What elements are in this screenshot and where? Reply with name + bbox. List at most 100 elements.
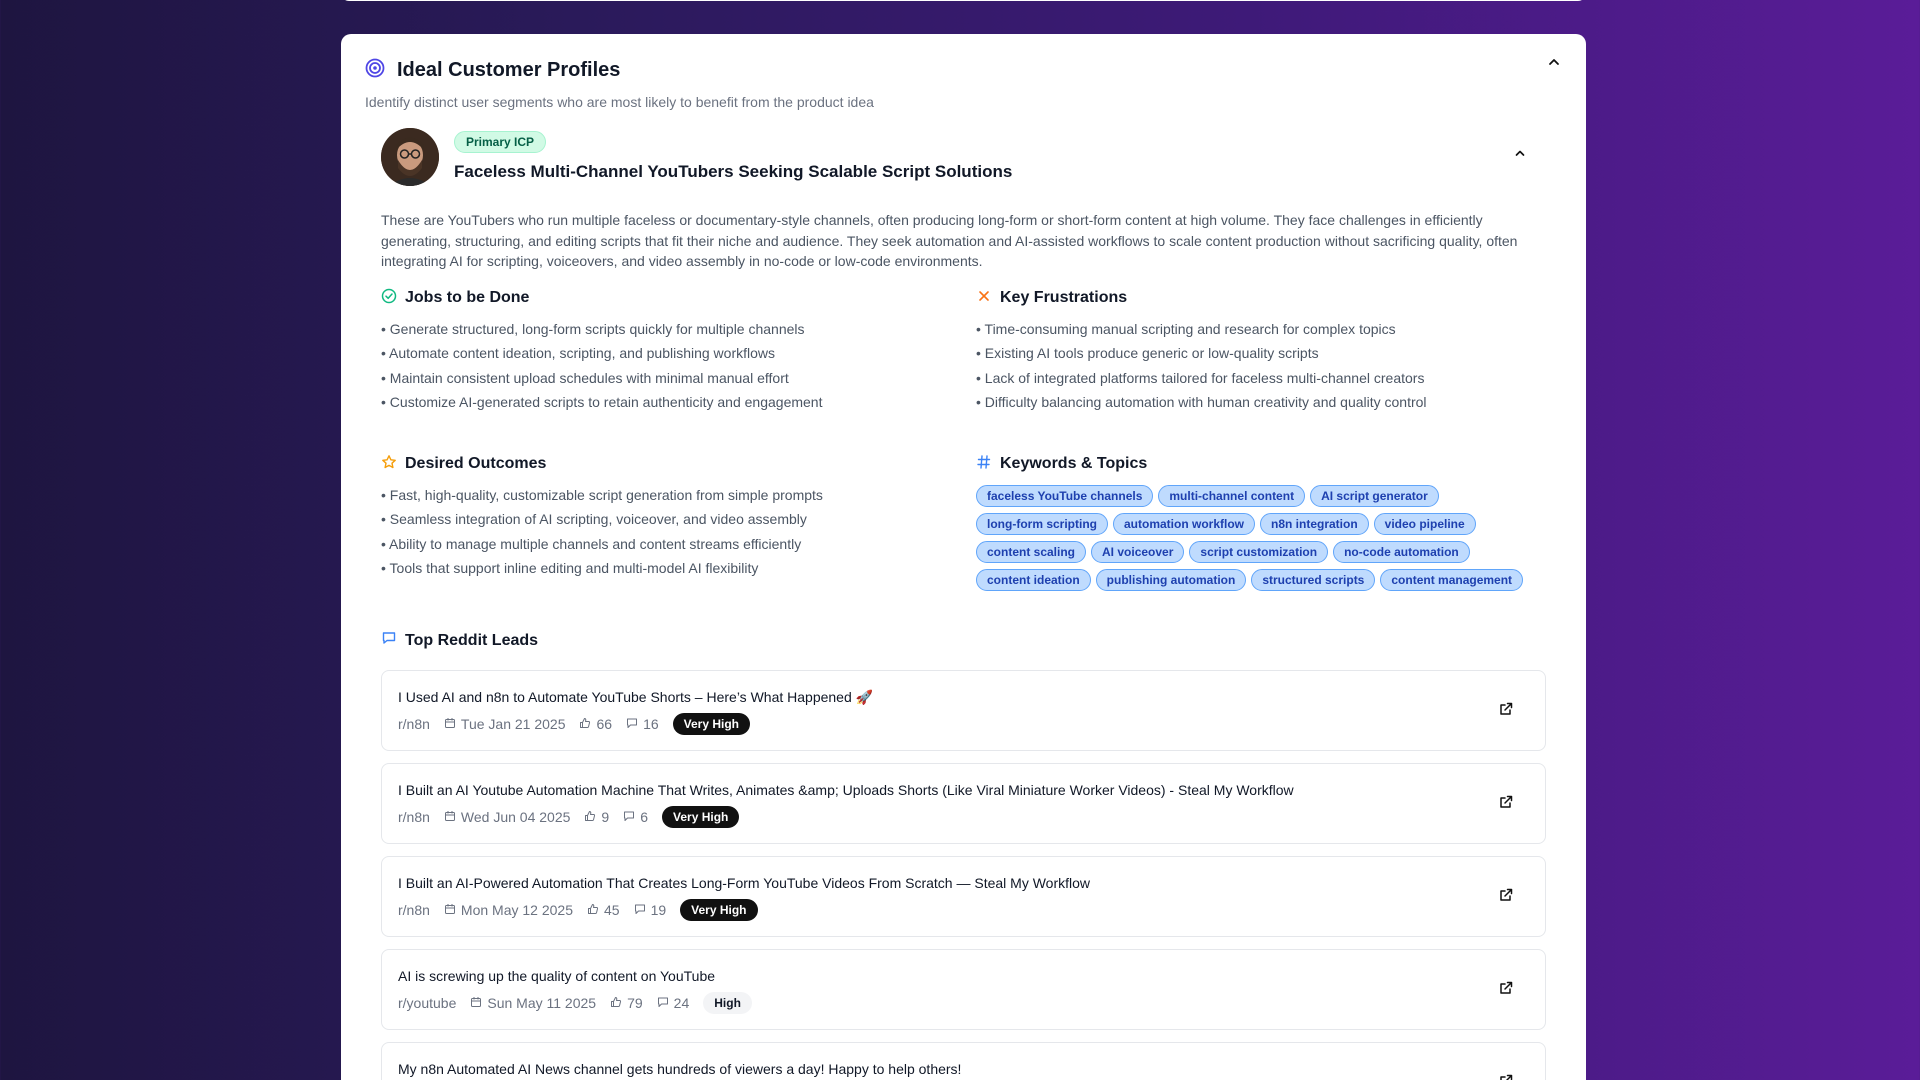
collapse-card-button[interactable] bbox=[1542, 52, 1566, 76]
keyword-tag: content scaling bbox=[976, 541, 1087, 563]
chevron-up-icon bbox=[1514, 146, 1526, 164]
keyword-tag: script customization bbox=[1189, 541, 1329, 563]
keyword-tag: long-form scripting bbox=[976, 513, 1108, 535]
relevance-badge: Very High bbox=[680, 899, 758, 921]
list-item: • Maintain consistent upload schedules w… bbox=[381, 369, 789, 386]
card-subtitle: Identify distinct user segments who are … bbox=[365, 94, 874, 110]
relevance-badge: Very High bbox=[662, 806, 740, 828]
keyword-tag: AI voiceover bbox=[1091, 541, 1185, 563]
outcomes-title: Desired Outcomes bbox=[405, 455, 547, 472]
calendar-icon bbox=[444, 902, 456, 918]
lead-date: Sun May 11 2025 bbox=[487, 995, 597, 1011]
external-link-icon bbox=[1498, 794, 1514, 815]
leads-header: Top Reddit Leads bbox=[381, 630, 538, 651]
target-icon bbox=[365, 58, 385, 83]
keywords-section: Keywords & Topics faceless YouTube chann… bbox=[976, 452, 1536, 591]
lead-title[interactable]: AI is screwing up the quality of content… bbox=[398, 968, 715, 984]
icp-card: Ideal Customer Profiles Identify distinc… bbox=[341, 34, 1586, 1080]
chevron-up-icon bbox=[1547, 55, 1561, 74]
hash-icon bbox=[976, 454, 992, 475]
lead-title[interactable]: I Used AI and n8n to Automate YouTube Sh… bbox=[398, 689, 873, 706]
open-link-button[interactable] bbox=[1495, 886, 1517, 908]
keyword-tag: faceless YouTube channels bbox=[976, 485, 1154, 507]
subreddit: r/n8n bbox=[398, 716, 430, 732]
lead-likes: 9 bbox=[601, 809, 610, 825]
keyword-tag: no-code automation bbox=[1333, 541, 1470, 563]
keyword-tag: structured scripts bbox=[1251, 569, 1376, 591]
comment-icon bbox=[626, 716, 638, 732]
leads-title: Top Reddit Leads bbox=[405, 631, 539, 649]
lead-likes: 45 bbox=[604, 902, 620, 918]
keyword-tag: n8n integration bbox=[1260, 513, 1369, 535]
open-link-button[interactable] bbox=[1495, 979, 1517, 1001]
list-item: • Customize AI-generated scripts to reta… bbox=[381, 393, 823, 410]
lead-likes: 79 bbox=[627, 995, 643, 1011]
comment-icon bbox=[634, 902, 646, 918]
lead-title[interactable]: My n8n Automated AI News channel gets hu… bbox=[398, 1061, 961, 1077]
frustrations-title: Key Frustrations bbox=[1000, 289, 1128, 306]
open-link-button[interactable] bbox=[1495, 1072, 1517, 1080]
keyword-tag: video pipeline bbox=[1373, 513, 1476, 535]
frustrations-section: Key Frustrations • Time-consuming manual… bbox=[976, 286, 1536, 414]
lead-date: Tue Jan 21 2025 bbox=[460, 716, 566, 732]
reddit-lead[interactable]: I Used AI and n8n to Automate YouTube Sh… bbox=[381, 670, 1546, 751]
list-item: • Generate structured, long-form scripts… bbox=[381, 321, 805, 337]
keyword-tag: content management bbox=[1380, 569, 1524, 591]
lead-meta: r/n8n Tue Jan 21 2025 66 16 Very High bbox=[398, 713, 750, 735]
keyword-tag: automation workflow bbox=[1113, 513, 1255, 535]
thumbs-up-icon bbox=[587, 902, 599, 918]
card-title: Ideal Customer Profiles bbox=[397, 59, 621, 81]
comment-icon bbox=[623, 809, 635, 825]
lead-meta: r/n8n Mon May 12 2025 45 19 Very High bbox=[398, 899, 758, 921]
subreddit: r/n8n bbox=[398, 809, 430, 825]
lead-title[interactable]: I Built an AI Youtube Automation Machine… bbox=[398, 782, 1294, 798]
reddit-lead[interactable]: I Built an AI Youtube Automation Machine… bbox=[381, 763, 1546, 844]
collapse-icp-button[interactable] bbox=[1510, 145, 1530, 165]
previous-card-bottom bbox=[341, 0, 1586, 1]
relevance-badge: Very High bbox=[672, 713, 750, 735]
list-item: • Existing AI tools produce generic or l… bbox=[976, 345, 1319, 362]
message-square-icon bbox=[381, 630, 397, 651]
keywords-title: Keywords & Topics bbox=[1000, 455, 1148, 472]
reddit-lead[interactable]: My n8n Automated AI News channel gets hu… bbox=[381, 1042, 1546, 1080]
lead-comments: 16 bbox=[643, 716, 659, 732]
calendar-icon bbox=[444, 809, 456, 825]
lead-title[interactable]: I Built an AI-Powered Automation That Cr… bbox=[398, 875, 1090, 891]
lead-meta: r/n8n Wed Jun 04 2025 9 6 Very High bbox=[398, 806, 740, 828]
thumbs-up-icon bbox=[610, 995, 622, 1011]
keyword-tag: multi-channel content bbox=[1158, 485, 1306, 507]
jobs-section: Jobs to be Done • Generate structured, l… bbox=[381, 286, 941, 414]
lead-date: Wed Jun 04 2025 bbox=[460, 809, 571, 825]
keyword-tag: AI script generator bbox=[1310, 485, 1439, 507]
icp-title: Faceless Multi-Channel YouTubers Seeking… bbox=[454, 162, 1013, 181]
x-icon bbox=[976, 288, 992, 309]
outcomes-section: Desired Outcomes • Fast, high-quality, c… bbox=[381, 452, 941, 580]
external-link-icon bbox=[1498, 701, 1514, 722]
calendar-icon bbox=[444, 716, 456, 732]
reddit-lead[interactable]: I Built an AI-Powered Automation That Cr… bbox=[381, 856, 1546, 937]
list-item: • Time-consuming manual scripting and re… bbox=[976, 321, 1396, 337]
reddit-lead[interactable]: AI is screwing up the quality of content… bbox=[381, 949, 1546, 1030]
check-circle-icon bbox=[381, 288, 397, 309]
open-link-button[interactable] bbox=[1495, 700, 1517, 722]
open-link-button[interactable] bbox=[1495, 793, 1517, 815]
relevance-badge: High bbox=[703, 992, 752, 1014]
list-item: • Automate content ideation, scripting, … bbox=[381, 345, 776, 362]
comment-icon bbox=[657, 995, 669, 1011]
primary-icp-badge: Primary ICP bbox=[454, 131, 547, 153]
keyword-tag: content ideation bbox=[976, 569, 1091, 591]
lead-meta: r/youtube Sun May 11 2025 79 24 High bbox=[398, 992, 752, 1014]
keyword-tag: publishing automation bbox=[1095, 569, 1247, 591]
avatar bbox=[381, 128, 439, 186]
lead-comments: 19 bbox=[650, 902, 667, 918]
keyword-tags: faceless YouTube channels multi-channel … bbox=[976, 485, 1536, 591]
external-link-icon bbox=[1498, 980, 1514, 1001]
list-item: • Seamless integration of AI scripting, … bbox=[381, 511, 807, 528]
lead-date: Mon May 12 2025 bbox=[460, 902, 573, 918]
list-item: • Fast, high-quality, customizable scrip… bbox=[381, 487, 823, 503]
list-item: • Ability to manage multiple channels an… bbox=[381, 535, 802, 552]
lead-comments: 6 bbox=[640, 809, 649, 825]
external-link-icon bbox=[1498, 1073, 1514, 1080]
list-item: • Tools that support inline editing and … bbox=[381, 559, 759, 576]
calendar-icon bbox=[470, 995, 482, 1011]
